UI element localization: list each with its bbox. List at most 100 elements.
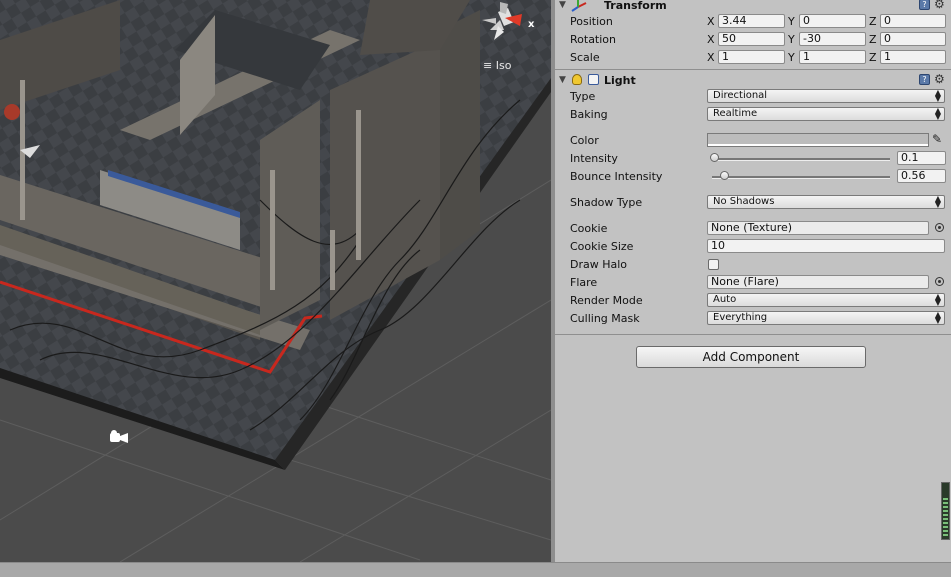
bounce-intensity-row: Bounce Intensity 0.56 <box>555 168 951 186</box>
color-row: Color ✎ <box>555 132 951 150</box>
light-title: Light <box>604 74 636 87</box>
draw-halo-row: Draw Halo <box>555 256 951 274</box>
inspector-panel: ▼ Transform ? ⚙ Position X 3.44 Y 0 Z 0 … <box>555 0 951 562</box>
intensity-label: Intensity <box>570 152 618 165</box>
shadow-type-row: Shadow Type No Shadows ▲ ▼ <box>555 194 951 212</box>
dropdown-arrows-icon: ▲ ▼ <box>934 88 941 103</box>
flare-row: Flare None (Flare) <box>555 274 951 292</box>
cookie-size-row: Cookie Size 10 <box>555 238 951 256</box>
rotation-label: Rotation <box>570 33 617 46</box>
iso-icon: ≡ <box>483 59 493 72</box>
cookie-size-input[interactable]: 10 <box>707 239 945 253</box>
baking-row: Baking Realtime ▲ ▼ <box>555 106 951 124</box>
cookie-object-field[interactable]: None (Texture) <box>707 221 929 235</box>
scale-y-input[interactable]: 1 <box>799 50 866 64</box>
light-help-icon[interactable]: ? <box>919 74 930 85</box>
status-bar <box>0 562 951 577</box>
rotation-row: Rotation X 50 Y -30 Z 0 <box>555 31 951 49</box>
projection-mode-text: Iso <box>495 59 512 72</box>
eyedropper-icon[interactable]: ✎ <box>932 132 942 146</box>
shadow-type-label: Shadow Type <box>570 196 643 209</box>
component-divider <box>555 334 951 335</box>
flare-object-field[interactable]: None (Flare) <box>707 275 929 289</box>
transform-foldout-icon[interactable]: ▼ <box>559 0 566 10</box>
intensity-slider-track[interactable] <box>712 158 890 161</box>
draw-halo-label: Draw Halo <box>570 258 628 271</box>
transform-gear-icon[interactable]: ⚙ <box>934 0 945 11</box>
draw-halo-checkbox[interactable] <box>708 259 719 270</box>
scale-label: Scale <box>570 51 600 64</box>
scene-view[interactable]: x ≡ Iso <box>0 0 551 562</box>
color-label: Color <box>570 134 599 147</box>
dropdown-arrows-icon: ▲ ▼ <box>934 106 941 121</box>
culling-mask-row: Culling Mask Everything ▲ ▼ <box>555 310 951 328</box>
culling-mask-dropdown[interactable]: Everything ▲ ▼ <box>707 311 945 325</box>
culling-mask-value: Everything <box>713 312 768 323</box>
baking-label: Baking <box>570 108 608 121</box>
transform-icon <box>571 0 587 12</box>
light-gear-icon[interactable]: ⚙ <box>934 72 945 86</box>
rotation-z-input[interactable]: 0 <box>880 32 946 46</box>
rotation-x-axis: X <box>707 33 715 46</box>
shadow-type-dropdown[interactable]: No Shadows ▲ ▼ <box>707 195 945 209</box>
position-z-axis: Z <box>869 15 877 28</box>
render-mode-label: Render Mode <box>570 294 643 307</box>
position-z-input[interactable]: 0 <box>880 14 946 28</box>
position-x-axis: X <box>707 15 715 28</box>
bounce-slider-track[interactable] <box>712 176 890 179</box>
cookie-picker-icon[interactable] <box>935 223 944 232</box>
type-row: Type Directional ▲ ▼ <box>555 88 951 106</box>
bounce-intensity-label: Bounce Intensity <box>570 170 663 183</box>
render-mode-dropdown[interactable]: Auto ▲ ▼ <box>707 293 945 307</box>
cookie-size-label: Cookie Size <box>570 240 634 253</box>
cookie-row: Cookie None (Texture) <box>555 220 951 238</box>
scale-x-input[interactable]: 1 <box>718 50 785 64</box>
rotation-x-input[interactable]: 50 <box>718 32 785 46</box>
transform-title: Transform <box>604 0 667 12</box>
render-mode-value: Auto <box>713 294 737 305</box>
scale-z-input[interactable]: 1 <box>880 50 946 64</box>
bounce-intensity-input[interactable]: 0.56 <box>897 169 946 183</box>
scale-z-axis: Z <box>869 51 877 64</box>
rotation-z-axis: Z <box>869 33 877 46</box>
render-mode-row: Render Mode Auto ▲ ▼ <box>555 292 951 310</box>
flare-label: Flare <box>570 276 598 289</box>
intensity-row: Intensity 0.1 <box>555 150 951 168</box>
flare-picker-icon[interactable] <box>935 277 944 286</box>
type-dropdown[interactable]: Directional ▲ ▼ <box>707 89 945 103</box>
light-foldout-icon[interactable]: ▼ <box>559 75 566 85</box>
culling-mask-label: Culling Mask <box>570 312 640 325</box>
add-component-button[interactable]: Add Component <box>636 346 866 368</box>
dropdown-arrows-icon: ▲ ▼ <box>934 292 941 307</box>
intensity-input[interactable]: 0.1 <box>897 151 946 165</box>
baking-value: Realtime <box>713 108 758 119</box>
type-value: Directional <box>713 90 768 101</box>
dropdown-arrows-icon: ▲ ▼ <box>934 194 941 209</box>
scene-canvas[interactable] <box>0 0 551 562</box>
orientation-gizmo[interactable]: x <box>470 0 540 50</box>
baking-dropdown[interactable]: Realtime ▲ ▼ <box>707 107 945 121</box>
position-y-axis: Y <box>788 15 795 28</box>
gizmo-axis-label: x <box>528 19 535 30</box>
type-label: Type <box>570 90 596 103</box>
scale-x-axis: X <box>707 51 715 64</box>
cookie-label: Cookie <box>570 222 608 235</box>
transform-help-icon[interactable]: ? <box>919 0 930 10</box>
position-label: Position <box>570 15 613 28</box>
color-swatch[interactable] <box>707 133 929 147</box>
rotation-y-axis: Y <box>788 33 795 46</box>
level-meter <box>941 482 950 540</box>
shadow-type-value: No Shadows <box>713 196 775 207</box>
position-x-input[interactable]: 3.44 <box>718 14 785 28</box>
scale-row: Scale X 1 Y 1 Z 1 <box>555 49 951 67</box>
position-y-input[interactable]: 0 <box>799 14 866 28</box>
light-bulb-icon <box>572 74 582 85</box>
scale-y-axis: Y <box>788 51 795 64</box>
position-row: Position X 3.44 Y 0 Z 0 <box>555 13 951 31</box>
projection-label[interactable]: ≡ Iso <box>483 59 511 72</box>
light-enabled-checkbox[interactable] <box>588 74 599 85</box>
component-divider <box>555 69 951 70</box>
rotation-y-input[interactable]: -30 <box>799 32 866 46</box>
color-alpha-bar <box>708 144 928 146</box>
dropdown-arrows-icon: ▲ ▼ <box>934 310 941 325</box>
